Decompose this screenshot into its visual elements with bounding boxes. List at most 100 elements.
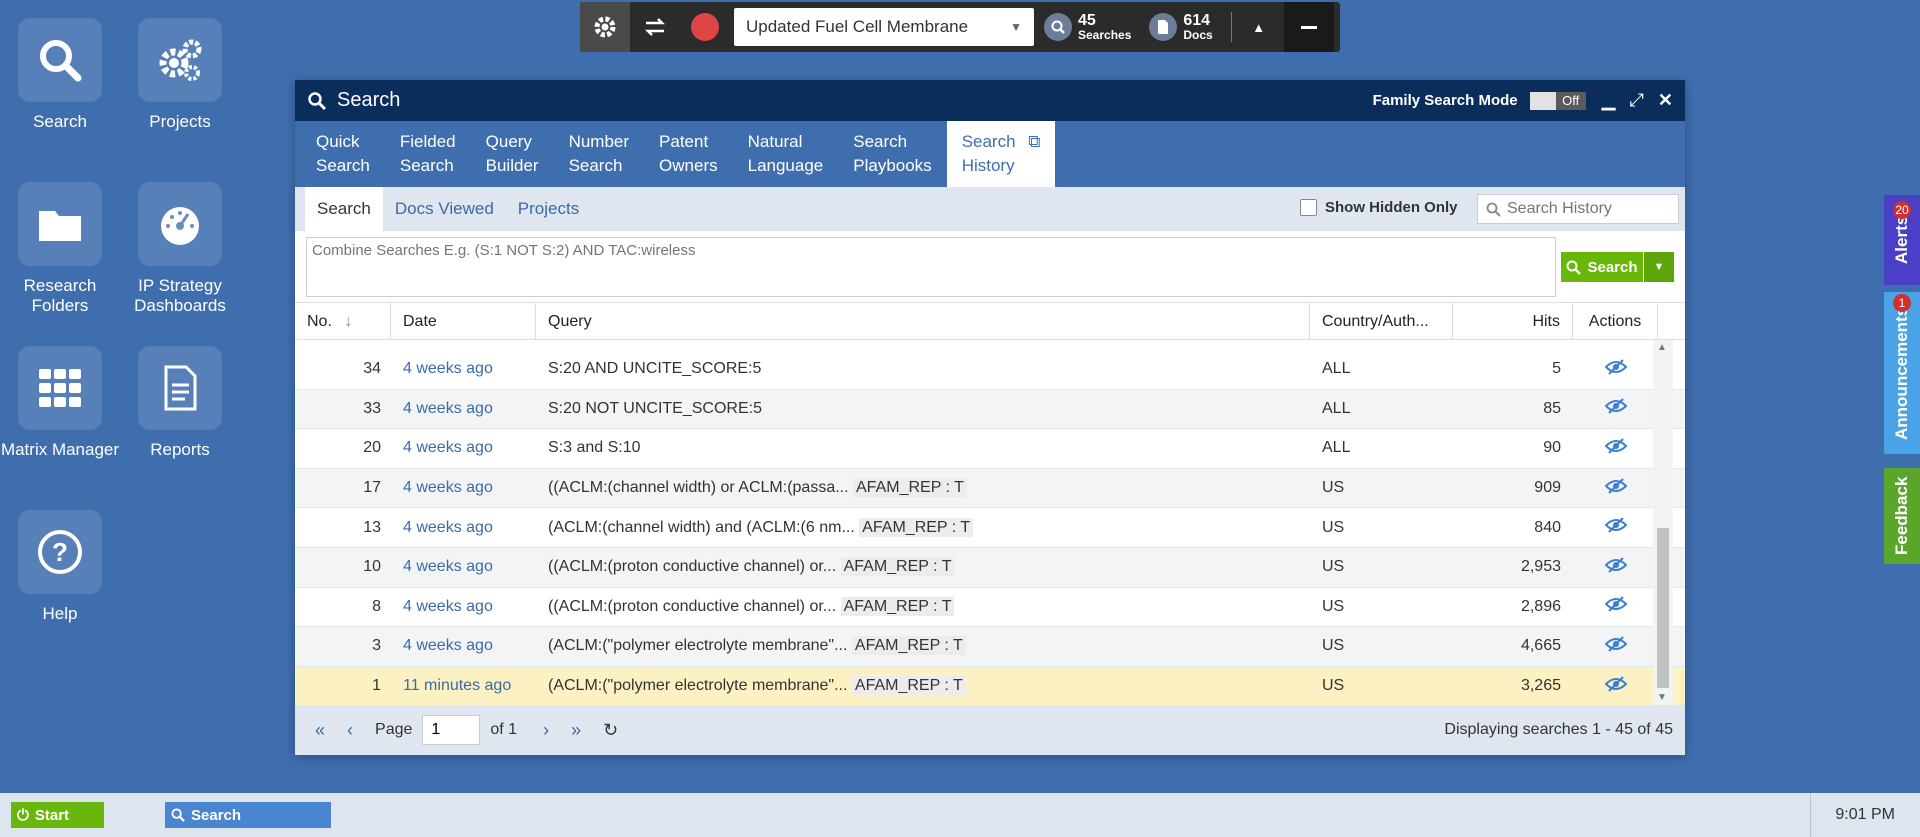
tab-number-search[interactable]: Number Search <box>554 121 644 187</box>
cell-date-link[interactable]: 4 weeks ago <box>391 519 536 537</box>
refresh-icon[interactable]: ↻ <box>603 720 618 741</box>
history-grid: No. ↓ Date Query Country/Auth... Hits Ac… <box>295 302 1685 705</box>
maximize-icon[interactable]: ⤢ <box>1630 90 1644 111</box>
announcements-tab[interactable]: Announcements <box>1884 292 1920 454</box>
docs-stat[interactable]: 614 Docs <box>1149 12 1213 42</box>
tab-patent-owners[interactable]: Patent Owners <box>644 121 733 187</box>
combine-searches-input[interactable] <box>312 242 1550 292</box>
collapse-toolbar-button[interactable]: ▲ <box>1234 2 1284 52</box>
combine-search-button[interactable]: Search <box>1561 252 1643 282</box>
minimize-icon[interactable]: ▁ <box>1602 90 1616 111</box>
desktop-icon-projects[interactable]: Projects <box>120 18 240 132</box>
table-row[interactable]: 10 4 weeks ago ((ACLM:(proton conductive c… <box>295 547 1685 588</box>
cell-date-link[interactable]: 4 weeks ago <box>391 400 536 418</box>
cell-hits: 2,953 <box>1520 558 1561 576</box>
desktop-icon-matrix-manager[interactable]: Matrix Manager <box>0 346 120 460</box>
cell-date-link[interactable]: 4 weeks ago <box>391 598 536 616</box>
cell-date-link[interactable]: 4 weeks ago <box>391 439 536 457</box>
cell-date-link[interactable]: 11 minutes ago <box>391 677 536 695</box>
tab-query-builder[interactable]: Query Builder <box>471 121 554 187</box>
desktop-icon-research-folders[interactable]: Research Folders <box>0 182 120 316</box>
desktop-icon-search[interactable]: Search <box>0 18 120 132</box>
scroll-up-icon[interactable]: ▲ <box>1657 342 1667 353</box>
feedback-tab[interactable]: Feedback <box>1884 468 1920 564</box>
hide-eye-icon[interactable] <box>1604 517 1627 533</box>
cell-date-link[interactable]: 4 weeks ago <box>391 479 536 497</box>
grid-scrollbar[interactable]: ▲ ▼ <box>1653 340 1673 705</box>
window-titlebar[interactable]: Search Family Search Mode Off ▁ ⤢ ✕ <box>295 80 1685 121</box>
subtab-search[interactable]: Search <box>305 187 383 231</box>
hide-eye-icon[interactable] <box>1604 557 1627 573</box>
settings-button[interactable] <box>580 2 630 52</box>
history-search-box[interactable] <box>1477 194 1679 224</box>
family-mode-toggle[interactable]: Off <box>1529 91 1586 110</box>
hide-eye-icon[interactable] <box>1604 398 1627 415</box>
chevron-down-icon: ▼ <box>1010 20 1022 34</box>
hide-eye-icon[interactable] <box>1604 438 1627 454</box>
cell-hits: 4,665 <box>1520 637 1561 655</box>
taskbar-item-search[interactable]: Search <box>165 802 331 828</box>
start-button[interactable]: ⏻ Start <box>11 802 104 828</box>
external-link-icon[interactable]: ⧉ <box>1028 132 1040 151</box>
desktop-icon-label: Reports <box>150 440 210 459</box>
project-select[interactable]: Updated Fuel Cell Membrane ▼ <box>734 8 1034 46</box>
desktop-icon-reports[interactable]: Reports <box>120 346 240 460</box>
column-header-query[interactable]: Query <box>536 303 1310 339</box>
cell-date-link[interactable]: 4 weeks ago <box>391 360 536 378</box>
history-search-input[interactable] <box>1507 200 1667 218</box>
hide-eye-icon[interactable] <box>1604 477 1627 494</box>
cell-date-link[interactable]: 4 weeks ago <box>391 558 536 576</box>
grid-body[interactable]: 34 4 weeks ago S:20 AND UNCITE_SCORE:5 ALL… <box>295 340 1685 705</box>
hide-eye-icon[interactable] <box>1604 596 1627 613</box>
cell-query: (ACLM:("polymer electrolyte membrane"...… <box>536 676 1310 696</box>
folder-icon <box>18 182 102 266</box>
scroll-down-icon[interactable]: ▼ <box>1657 692 1667 703</box>
searches-stat[interactable]: 45 Searches <box>1044 12 1131 42</box>
table-row[interactable]: 34 weeks ago (ACLM:("polymer electrolyte … <box>295 627 1685 667</box>
desktop-icon-label: IP Strategy Dashboards <box>134 276 226 315</box>
subtab-projects[interactable]: Projects <box>506 187 591 231</box>
show-hidden-checkbox[interactable]: Show Hidden Only <box>1300 199 1458 216</box>
desktop-icon-help[interactable]: ? Help <box>0 510 120 624</box>
cell-date-link[interactable]: 4 weeks ago <box>391 637 536 655</box>
desktop-icon-label: Search <box>33 112 87 131</box>
table-row[interactable]: 33 4 weeks ago S:20 NOT UNCITE_SCORE:5 ALL… <box>295 389 1685 430</box>
column-header-no[interactable]: No. ↓ <box>295 303 391 339</box>
tab-fielded-search[interactable]: Fielded Search <box>385 121 471 187</box>
tab-quick-search[interactable]: Quick Search <box>301 121 385 187</box>
minimize-toolbar-button[interactable] <box>1283 2 1334 52</box>
checkbox-box[interactable] <box>1300 199 1317 216</box>
column-header-country[interactable]: Country/Auth... <box>1310 303 1453 339</box>
search-options-dropdown[interactable]: ▼ <box>1644 252 1674 282</box>
tab-natural-language[interactable]: Natural Language <box>733 121 839 187</box>
first-page-icon[interactable]: « <box>315 720 325 741</box>
last-page-icon[interactable]: » <box>571 720 581 741</box>
next-page-icon[interactable]: › <box>543 720 549 741</box>
record-button[interactable] <box>680 2 730 52</box>
table-row[interactable]: 34 4 weeks ago S:20 AND UNCITE_SCORE:5 ALL… <box>295 350 1685 390</box>
column-header-actions[interactable]: Actions <box>1573 303 1658 339</box>
cell-country: ALL <box>1322 399 1351 417</box>
tab-search-history[interactable]: Search ⧉ History <box>946 121 1056 187</box>
table-row[interactable]: 20 4 weeks ago S:3 and S:10 ALL 90 <box>295 429 1685 469</box>
close-icon[interactable]: ✕ <box>1658 90 1673 111</box>
prev-page-icon[interactable]: ‹ <box>347 720 353 741</box>
show-hidden-label: Show Hidden Only <box>1325 199 1458 216</box>
column-header-date[interactable]: Date <box>391 303 536 339</box>
hide-eye-icon[interactable] <box>1604 359 1627 375</box>
cell-country: US <box>1322 597 1345 615</box>
subtab-docs-viewed[interactable]: Docs Viewed <box>383 187 506 231</box>
page-input[interactable] <box>422 715 481 745</box>
desktop-icon-ip-dashboards[interactable]: IP Strategy Dashboards <box>120 182 240 316</box>
scrollbar-thumb[interactable] <box>1657 528 1669 688</box>
switch-project-button[interactable] <box>630 2 680 52</box>
column-header-hits[interactable]: Hits <box>1453 303 1573 339</box>
table-row[interactable]: 1 11 minutes ago (ACLM:("polymer electroly… <box>295 666 1685 705</box>
tab-search-playbooks[interactable]: Search Playbooks <box>838 121 946 187</box>
combine-searches-field[interactable] <box>306 237 1556 297</box>
table-row[interactable]: 17 4 weeks ago ((ACLM:(channel width) or A… <box>295 468 1685 509</box>
hide-eye-icon[interactable] <box>1604 636 1627 652</box>
hide-eye-icon[interactable] <box>1604 675 1627 692</box>
table-row[interactable]: 13 4 weeks ago (ACLM:(channel width) and (… <box>295 508 1685 548</box>
table-row[interactable]: 84 weeks ago ((ACLM:(proton conductive ch… <box>295 588 1685 628</box>
